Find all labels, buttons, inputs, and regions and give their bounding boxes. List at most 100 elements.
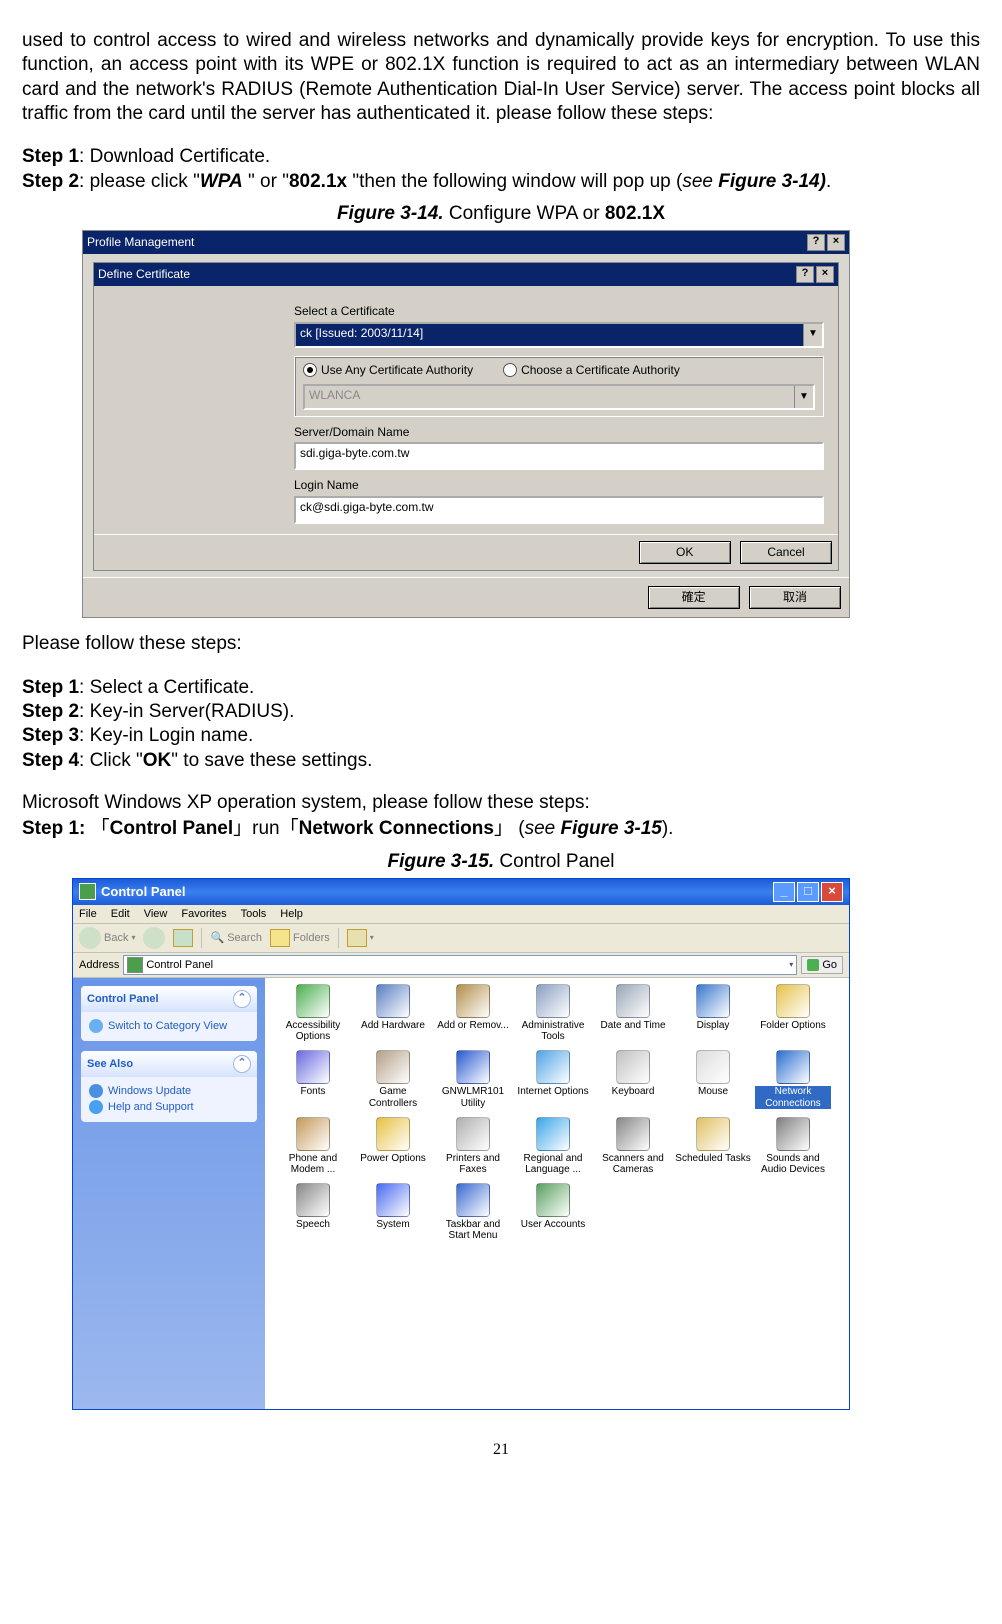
cp-item[interactable]: Accessibility Options bbox=[275, 984, 351, 1044]
see-also-link[interactable]: Help and Support bbox=[89, 1100, 249, 1114]
folders-button[interactable]: Folders bbox=[270, 929, 330, 947]
views-button[interactable]: ▾ bbox=[347, 929, 374, 947]
confirm-button[interactable]: 確定 bbox=[648, 586, 740, 609]
b-step4-t1: : Click " bbox=[79, 750, 143, 771]
cancel-button[interactable]: Cancel bbox=[740, 541, 832, 564]
step2-8021x: 802.1x bbox=[289, 171, 347, 192]
certificate-value: ck [Issued: 2003/11/14] bbox=[296, 324, 803, 346]
cp-item-label: Display bbox=[697, 1020, 730, 1032]
dropdown-arrow-icon[interactable]: ▾ bbox=[370, 933, 374, 943]
dropdown-arrow-icon[interactable]: ▾ bbox=[131, 933, 135, 943]
cp-item[interactable]: Sounds and Audio Devices bbox=[755, 1117, 831, 1177]
cp-item[interactable]: Scheduled Tasks bbox=[675, 1117, 751, 1177]
address-field[interactable]: Control Panel ▾ bbox=[123, 955, 797, 975]
close-button[interactable]: × bbox=[821, 882, 843, 902]
cp-item-icon bbox=[616, 984, 650, 1018]
fig314-8021x: 802.1X bbox=[605, 203, 665, 224]
menu-item-edit[interactable]: Edit bbox=[111, 907, 130, 921]
back-button[interactable]: Back ▾ bbox=[79, 927, 135, 949]
cancel2-button[interactable]: 取消 bbox=[749, 586, 841, 609]
step2-label: Step 2 bbox=[22, 171, 79, 192]
cp-item[interactable]: Game Controllers bbox=[355, 1050, 431, 1110]
login-name-label: Login Name bbox=[294, 478, 824, 493]
help-button[interactable]: ? bbox=[796, 266, 814, 283]
figure-3-15-caption: Figure 3-15. Control Panel bbox=[22, 850, 980, 874]
menu-item-favorites[interactable]: Favorites bbox=[181, 907, 226, 921]
cp-item[interactable]: Regional and Language ... bbox=[515, 1117, 591, 1177]
cp-item[interactable]: Add Hardware bbox=[355, 984, 431, 1044]
minimize-button[interactable]: _ bbox=[773, 882, 795, 902]
sidebar-cp-title: Control Panel bbox=[87, 992, 159, 1006]
cp-item-label: Scheduled Tasks bbox=[675, 1153, 750, 1165]
cp-item[interactable]: Speech bbox=[275, 1183, 351, 1243]
cp-item[interactable]: Administrative Tools bbox=[515, 984, 591, 1044]
go-button[interactable]: Go bbox=[801, 956, 843, 974]
cp-item-label: Power Options bbox=[360, 1153, 426, 1165]
login-name-input[interactable]: ck@sdi.giga-byte.com.tw bbox=[294, 496, 824, 524]
collapse-icon[interactable]: ⌃ bbox=[233, 1055, 251, 1073]
cp-item[interactable]: Display bbox=[675, 984, 751, 1044]
cp-item-label: Mouse bbox=[698, 1086, 728, 1098]
inner-titlebar: Define Certificate ? × bbox=[94, 263, 838, 286]
cp-item-label: Fonts bbox=[300, 1086, 325, 1098]
b-step4-t2: " to save these settings. bbox=[171, 750, 372, 771]
cp-item[interactable]: Printers and Faxes bbox=[435, 1117, 511, 1177]
certificate-combobox[interactable]: ck [Issued: 2003/11/14] ▼ bbox=[294, 322, 824, 348]
maximize-button[interactable]: □ bbox=[797, 882, 819, 902]
cp-item[interactable]: Keyboard bbox=[595, 1050, 671, 1110]
outer-titlebar: Profile Management ? × bbox=[83, 231, 849, 254]
xp-line: Microsoft Windows XP operation system, p… bbox=[22, 791, 980, 815]
b-step1-text: : Select a Certificate. bbox=[79, 677, 254, 698]
cp-item[interactable]: Network Connections bbox=[755, 1050, 831, 1110]
cp-item[interactable]: Taskbar and Start Menu bbox=[435, 1183, 511, 1243]
switch-view-label: Switch to Category View bbox=[108, 1019, 227, 1033]
see-also-link[interactable]: Windows Update bbox=[89, 1084, 249, 1098]
cp-item[interactable]: Internet Options bbox=[515, 1050, 591, 1110]
radio-use-any-ca[interactable]: Use Any Certificate Authority bbox=[303, 363, 473, 378]
cp-item-icon bbox=[536, 1050, 570, 1084]
cp-item[interactable]: Add or Remov... bbox=[435, 984, 511, 1044]
step2-t2: " or " bbox=[243, 171, 289, 192]
cp-item[interactable]: User Accounts bbox=[515, 1183, 591, 1243]
ca-combobox[interactable]: WLANCA ▼ bbox=[303, 384, 815, 410]
ca-value: WLANCA bbox=[305, 386, 794, 408]
cp-item-icon bbox=[296, 1183, 330, 1217]
step2-dot: . bbox=[826, 171, 831, 192]
menu-item-help[interactable]: Help bbox=[280, 907, 303, 921]
ok-button[interactable]: OK bbox=[639, 541, 731, 564]
search-button[interactable]: 🔍Search bbox=[210, 931, 262, 945]
close-button[interactable]: × bbox=[816, 266, 834, 283]
dropdown-arrow-icon[interactable]: ▼ bbox=[803, 324, 822, 346]
figure-3-14-caption: Figure 3-14. Configure WPA or 802.1X bbox=[22, 202, 980, 226]
menu-item-tools[interactable]: Tools bbox=[241, 907, 267, 921]
cp-item[interactable]: System bbox=[355, 1183, 431, 1243]
menu-item-file[interactable]: File bbox=[79, 907, 97, 921]
collapse-icon[interactable]: ⌃ bbox=[233, 990, 251, 1008]
b-step2-label: Step 2 bbox=[22, 701, 79, 722]
up-button[interactable] bbox=[173, 929, 193, 947]
cp-item-label: Add Hardware bbox=[361, 1020, 425, 1032]
cp-item[interactable]: Fonts bbox=[275, 1050, 351, 1110]
cp-item[interactable]: Mouse bbox=[675, 1050, 751, 1110]
cp-item[interactable]: Date and Time bbox=[595, 984, 671, 1044]
step1-line: Step 1: Download Certificate. bbox=[22, 145, 980, 169]
dropdown-arrow-icon[interactable]: ▼ bbox=[794, 386, 813, 408]
c-step1-see: see bbox=[525, 818, 561, 839]
cp-item-icon bbox=[456, 1183, 490, 1217]
cp-item[interactable]: Scanners and Cameras bbox=[595, 1117, 671, 1177]
cp-item-icon bbox=[376, 1183, 410, 1217]
help-button[interactable]: ? bbox=[807, 234, 825, 251]
switch-category-view-link[interactable]: Switch to Category View bbox=[89, 1019, 249, 1033]
cp-item[interactable]: GNWLMR101 Utility bbox=[435, 1050, 511, 1110]
b-step4-label: Step 4 bbox=[22, 750, 79, 771]
c-step1-nc: Network Connections bbox=[299, 818, 494, 839]
radio-choose-ca[interactable]: Choose a Certificate Authority bbox=[503, 363, 680, 378]
forward-button[interactable] bbox=[143, 927, 165, 949]
server-name-input[interactable]: sdi.giga-byte.com.tw bbox=[294, 442, 824, 470]
close-button[interactable]: × bbox=[827, 234, 845, 251]
cp-item[interactable]: Folder Options bbox=[755, 984, 831, 1044]
cp-item[interactable]: Power Options bbox=[355, 1117, 431, 1177]
menu-item-view[interactable]: View bbox=[144, 907, 168, 921]
dropdown-arrow-icon[interactable]: ▾ bbox=[789, 960, 793, 970]
cp-item[interactable]: Phone and Modem ... bbox=[275, 1117, 351, 1177]
